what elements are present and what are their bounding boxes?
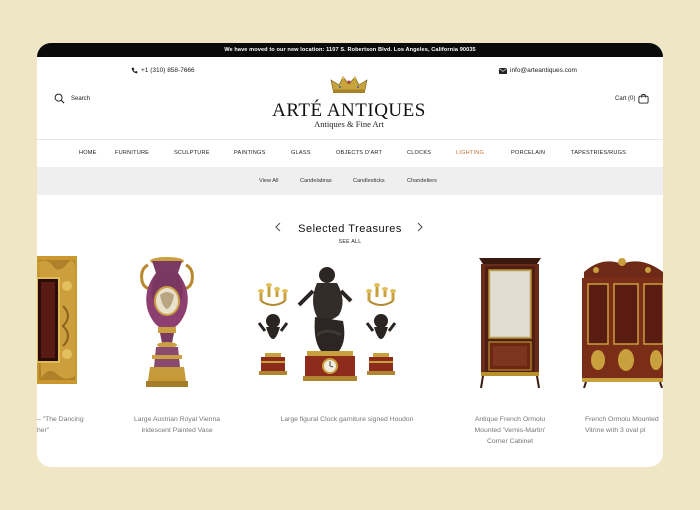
product-image-vitrine[interactable] bbox=[582, 256, 663, 393]
submenu-item-view-all[interactable]: View All bbox=[259, 167, 279, 195]
nav-item-objects-dart[interactable]: OBJECTS D'ART bbox=[336, 140, 382, 167]
product-image-corner-cabinet[interactable] bbox=[477, 254, 543, 397]
nav-item-tapestries-rugs[interactable]: TAPESTRIES/RUGS bbox=[571, 140, 626, 167]
email-address[interactable]: info@arteantiques.com bbox=[510, 67, 577, 74]
search-label: Search bbox=[71, 95, 91, 102]
crown-icon bbox=[330, 76, 368, 93]
main-nav: HOME FURNITURE SCULPTURE PAINTINGS GLASS… bbox=[37, 140, 663, 167]
nav-item-paintings[interactable]: PAINTINGS bbox=[234, 140, 266, 167]
shopping-bag-icon bbox=[638, 93, 649, 104]
nav-item-sculpture[interactable]: SCULPTURE bbox=[174, 140, 210, 167]
product-image-vase[interactable] bbox=[136, 255, 198, 396]
nav-item-furniture[interactable]: FURNITURE bbox=[115, 140, 149, 167]
product-title[interactable]: – "The Dancing her" bbox=[37, 414, 97, 436]
phone-number[interactable]: +1 (310) 858-7666 bbox=[141, 67, 195, 74]
see-all-link[interactable]: SEE ALL bbox=[37, 239, 663, 245]
nav-item-porcelain[interactable]: PORCELAIN bbox=[511, 140, 545, 167]
search-button[interactable]: Search bbox=[54, 93, 90, 104]
site-logo[interactable]: ARTÉ ANTIQUES Antiques & Fine Art bbox=[269, 76, 429, 129]
cart-label: Cart (0) bbox=[615, 95, 636, 102]
cart-button[interactable]: Cart (0) bbox=[615, 93, 649, 104]
product-image-gilt-frame[interactable] bbox=[37, 256, 79, 391]
submenu-item-candlesticks[interactable]: Candlesticks bbox=[353, 167, 385, 195]
product-title[interactable]: French Ormolu Mounted Vitrine with 3 ova… bbox=[585, 414, 663, 436]
chevron-right-icon bbox=[417, 222, 423, 232]
nav-item-home[interactable]: HOME bbox=[79, 140, 97, 167]
nav-item-clocks[interactable]: CLOCKS bbox=[407, 140, 431, 167]
product-title[interactable]: Large figural Clock garniture signed Hou… bbox=[262, 414, 432, 425]
brand-tagline: Antiques & Fine Art bbox=[314, 119, 384, 129]
product-image-clock-garniture[interactable] bbox=[255, 261, 405, 394]
submenu-item-candelabras[interactable]: Candelabras bbox=[300, 167, 332, 195]
brand-name: ARTÉ ANTIQUES bbox=[272, 100, 426, 121]
carousel-next-button[interactable] bbox=[416, 222, 424, 234]
product-title[interactable]: Large Austrian Royal Vienna Iridescent P… bbox=[122, 414, 232, 436]
page-frame: We have moved to our new location: 1107 … bbox=[37, 43, 663, 467]
email-contact[interactable]: info@arteantiques.com bbox=[499, 67, 577, 74]
phone-icon bbox=[131, 67, 138, 74]
announcement-bar: We have moved to our new location: 1107 … bbox=[37, 43, 663, 57]
product-title[interactable]: Antique French Ormolu Mounted 'Vernis-Ma… bbox=[462, 414, 558, 447]
phone-contact[interactable]: +1 (310) 858-7666 bbox=[131, 67, 195, 74]
mail-icon bbox=[499, 67, 507, 74]
search-icon bbox=[54, 93, 65, 104]
nav-item-lighting[interactable]: LIGHTING bbox=[456, 140, 484, 167]
nav-item-glass[interactable]: GLASS bbox=[291, 140, 311, 167]
submenu-item-chandeliers[interactable]: Chandeliers bbox=[407, 167, 437, 195]
section-title: Selected Treasures bbox=[298, 223, 402, 235]
lighting-submenu: View All Candelabras Candlesticks Chande… bbox=[37, 167, 663, 195]
